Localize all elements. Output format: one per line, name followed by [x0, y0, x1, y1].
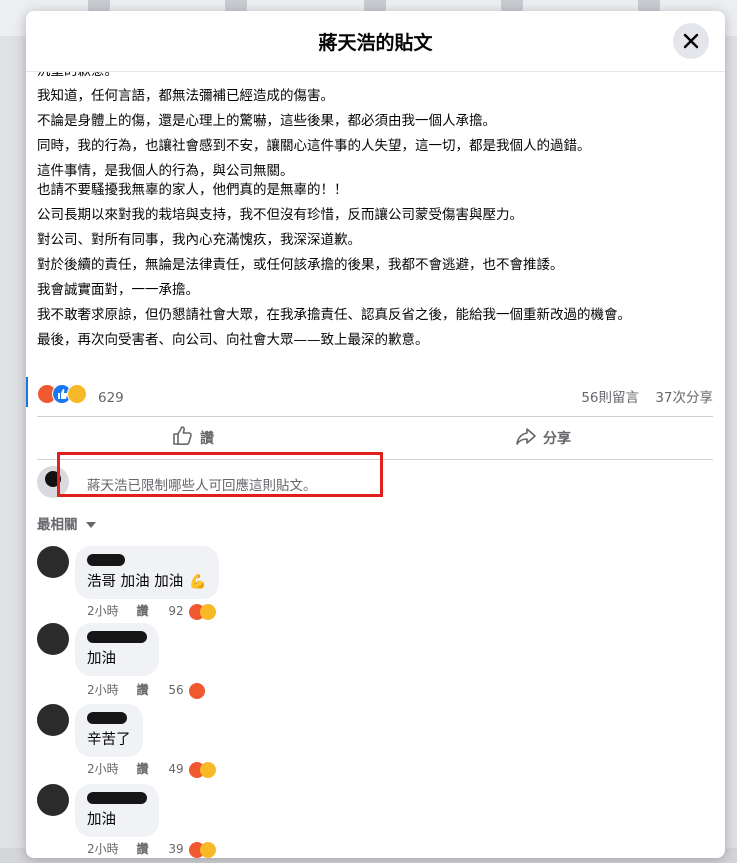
share-icon — [516, 428, 536, 445]
commenter-avatar[interactable] — [37, 546, 69, 578]
engagement-counts: 56則留言 37次分享 — [569, 386, 713, 406]
comment-meta: 2小時 讚 56 — [87, 681, 206, 699]
post-line: 對公司、對所有同事，我內心充滿愧疚，我深深道歉。 — [37, 232, 361, 248]
post-line: 也請不要騷擾我無辜的家人，他們真的是無辜的！！ — [37, 182, 348, 198]
comment-bubble: 浩哥 加油 加油 💪 — [75, 546, 219, 599]
focus-indicator — [26, 377, 28, 407]
comment-meta: 2小時 讚 49 — [87, 760, 217, 778]
comments-count-link[interactable]: 56則留言 — [581, 390, 639, 406]
post-line: 這件事情，是我個人的行為，與公司無關。 — [37, 163, 294, 179]
post-line: 公司長期以來對我的栽培與支持，我不但沒有珍惜，反而讓公司蒙受傷害與壓力。 — [37, 207, 523, 223]
chevron-down-icon — [85, 522, 96, 528]
modal-scroll-area[interactable]: 沉重的歉意。 我知道，任何言語，都無法彌補已經造成的傷害。 不論是身體上的傷，還… — [26, 72, 725, 858]
comment-text: 加油 — [87, 812, 116, 828]
comment-reaction-count[interactable]: 56 — [168, 683, 183, 697]
commenter-avatar[interactable] — [37, 623, 69, 655]
comment-time[interactable]: 2小時 — [87, 762, 119, 776]
commenter-name-redacted[interactable] — [87, 792, 147, 804]
post-stats: 629 56則留言 37次分享 — [37, 380, 713, 406]
post-line: 沉重的歉意。 — [37, 72, 717, 81]
angry-reaction-icon — [189, 682, 206, 699]
post-line: 不論是身體上的傷，還是心理上的驚嚇，這些後果，都必須由我一個人承擔。 — [37, 113, 496, 129]
highlight-annotation-box — [57, 452, 383, 497]
post-line: 我會誠實面對，一一承擔。 — [37, 282, 199, 298]
comment-like-button[interactable]: 讚 — [136, 842, 148, 856]
sort-label: 最相關 — [37, 517, 78, 533]
close-icon — [683, 33, 699, 49]
commenter-name-redacted[interactable] — [87, 631, 147, 643]
thumbs-up-icon — [173, 426, 192, 445]
post-line: 最後，再次向受害者、向公司、向社會大眾——致上最深的歉意。 — [37, 332, 429, 348]
flexed-biceps-icon: 💪 — [189, 574, 207, 590]
comment-text: 辛苦了 — [87, 732, 131, 748]
comment-reaction-count[interactable]: 92 — [168, 604, 183, 618]
like-button[interactable]: 讚 — [37, 417, 375, 457]
comment-time[interactable]: 2小時 — [87, 604, 119, 618]
comment-meta: 2小時 讚 39 — [87, 840, 217, 858]
post-line: 我知道，任何言語，都無法彌補已經造成的傷害。 — [37, 88, 334, 104]
post-line: 我不敢奢求原諒，但仍懇請社會大眾，在我承擔責任、認真反省之後，能給我一個重新改過… — [37, 307, 631, 323]
post-line: 對於後續的責任，無論是法律責任，或任何該承擔的後果，我都不會逃避，也不會推諉。 — [37, 257, 564, 273]
reaction-count[interactable]: 629 — [98, 390, 124, 406]
comment-time[interactable]: 2小時 — [87, 683, 119, 697]
comment-bubble: 加油 — [75, 784, 159, 837]
close-button[interactable] — [673, 23, 709, 59]
haha-reaction-icon — [200, 761, 217, 778]
comment-like-button[interactable]: 讚 — [136, 604, 148, 618]
commenter-name-redacted[interactable] — [87, 554, 125, 566]
comment-text: 浩哥 加油 加油 — [87, 574, 184, 590]
modal-title: 蔣天浩的貼文 — [318, 32, 433, 54]
modal-header: 蔣天浩的貼文 — [26, 11, 725, 72]
comment-time[interactable]: 2小時 — [87, 842, 119, 856]
comment-reaction-count[interactable]: 49 — [168, 762, 183, 776]
comment-bubble: 辛苦了 — [75, 704, 143, 757]
comment-like-button[interactable]: 讚 — [136, 683, 148, 697]
comment-sort-dropdown[interactable]: 最相關 — [37, 513, 96, 533]
like-button-label: 讚 — [200, 431, 214, 447]
commenter-avatar[interactable] — [37, 784, 69, 816]
comment-bubble: 加油 — [75, 623, 159, 676]
comment-reaction-count[interactable]: 39 — [168, 842, 183, 856]
shares-count-link[interactable]: 37次分享 — [655, 390, 713, 406]
comment-meta: 2小時 讚 92 — [87, 602, 217, 620]
share-button[interactable]: 分享 — [375, 417, 713, 457]
commenter-avatar[interactable] — [37, 704, 69, 736]
haha-reaction-icon — [200, 603, 217, 620]
comment-text: 加油 — [87, 651, 116, 667]
share-button-label: 分享 — [543, 431, 571, 447]
post-line: 同時，我的行為，也讓社會感到不安，讓關心這件事的人失望，這一切，都是我個人的過錯… — [37, 138, 591, 154]
comment-like-button[interactable]: 讚 — [136, 762, 148, 776]
post-modal: 蔣天浩的貼文 沉重的歉意。 我知道，任何言語，都無法彌補已經造成的傷害。 不論是… — [26, 11, 725, 858]
haha-reaction-icon — [200, 841, 217, 858]
post-body: 沉重的歉意。 我知道，任何言語，都無法彌補已經造成的傷害。 不論是身體上的傷，還… — [37, 72, 717, 356]
haha-reaction-icon — [67, 384, 87, 404]
commenter-name-redacted[interactable] — [87, 712, 127, 724]
